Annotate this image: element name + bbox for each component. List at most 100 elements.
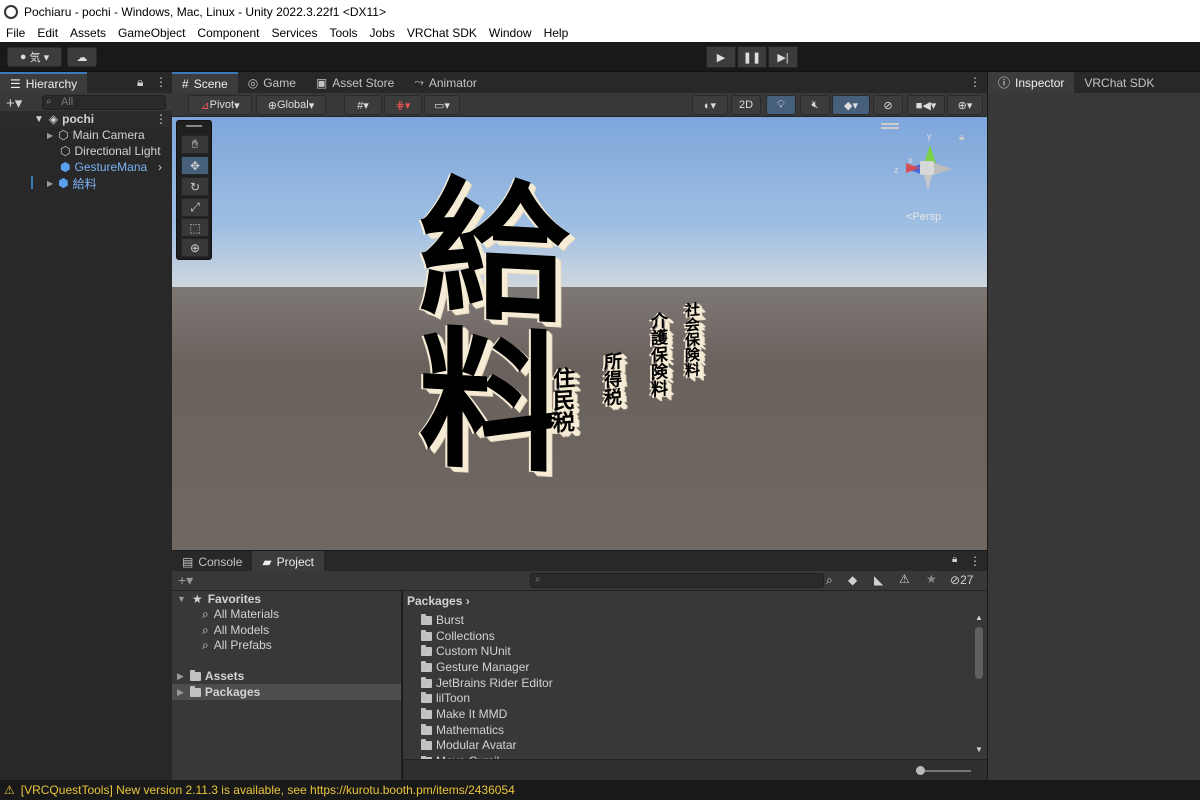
pause-button[interactable]: ❚❚ <box>737 46 767 68</box>
menu-gameobject[interactable]: GameObject <box>112 26 191 40</box>
more-icon[interactable]: ⋮ <box>969 75 981 89</box>
hierarchy-item-kyuryo[interactable]: ▶ ⬢ 給料 <box>0 175 172 191</box>
hierarchy-scene-row[interactable]: ▼ ◈ pochi ⋮ <box>0 111 172 127</box>
menu-jobs[interactable]: Jobs <box>363 26 400 40</box>
tab-project[interactable]: ▰ Project <box>252 551 324 572</box>
more-icon[interactable]: ⋮ <box>155 75 167 89</box>
package-item[interactable]: Gesture Manager <box>421 659 529 675</box>
visibility-toggle[interactable]: ⊘ <box>873 95 903 115</box>
tab-asset-store[interactable]: ▣ Asset Store <box>306 72 404 93</box>
menu-help[interactable]: Help <box>538 26 575 40</box>
hierarchy-item-main-camera[interactable]: ▶ ⬡ Main Camera <box>0 127 172 143</box>
tab-vrchat-sdk[interactable]: VRChat SDK <box>1074 72 1164 93</box>
breadcrumb[interactable]: Packages › <box>407 593 470 609</box>
play-button[interactable]: ▶ <box>706 46 736 68</box>
menu-component[interactable]: Component <box>191 26 265 40</box>
audio-toggle[interactable]: 🔇︎ <box>800 95 830 115</box>
hierarchy-item-directional-light[interactable]: ⬡ Directional Light <box>0 143 172 159</box>
scroll-down-icon[interactable]: ▼ <box>975 745 983 754</box>
status-bar[interactable]: ⚠ [VRCQuestTools] New version 2.11.3 is … <box>0 780 1200 800</box>
zoom-slider-track[interactable] <box>919 770 971 772</box>
orientation-gizmo[interactable]: y z x <box>894 131 960 199</box>
gizmos-dropdown[interactable]: ⊕▾ <box>947 95 983 115</box>
menu-file[interactable]: File <box>0 26 31 40</box>
draw-mode-dropdown[interactable]: ◐▾ <box>692 95 728 115</box>
tab-hierarchy[interactable]: ☰ Hierarchy <box>0 72 88 93</box>
account-dropdown[interactable]: ● 気 ▾ <box>7 47 62 67</box>
scale-tool-button[interactable]: ⤢ <box>181 198 209 217</box>
scroll-up-icon[interactable]: ▲ <box>975 613 983 622</box>
packages-row[interactable]: ▶ Packages <box>172 684 401 700</box>
y-neg-cone[interactable] <box>924 175 932 191</box>
filter-type-icon[interactable]: ◆ <box>848 573 857 587</box>
grid-snap-dropdown[interactable]: #▾ <box>344 95 382 115</box>
package-item[interactable]: Modular Avatar <box>421 737 517 753</box>
ground <box>172 287 987 550</box>
gizmo-menu-icon[interactable] <box>881 123 899 125</box>
rotate-tool-button[interactable]: ↻ <box>181 177 209 196</box>
lock-icon[interactable]: 🔒︎ <box>137 75 143 90</box>
package-item[interactable]: Mathematics <box>421 722 504 738</box>
cloud-button[interactable]: ☁ <box>67 47 97 67</box>
global-dropdown[interactable]: ⊕ Global ▾ <box>256 95 326 115</box>
package-item[interactable]: Burst <box>421 612 464 628</box>
menu-window[interactable]: Window <box>483 26 538 40</box>
more-icon[interactable]: ⋮ <box>969 554 981 568</box>
add-icon[interactable]: +▾ <box>6 94 22 112</box>
search-by-type-icon[interactable]: ⌕ <box>826 573 833 588</box>
2d-toggle[interactable]: 2D <box>731 95 761 115</box>
gizmo-center-cube[interactable] <box>920 161 934 175</box>
scene-viewport[interactable]: 給料 住民税 所得税 介護保険料 社会保険料 🔒︎ y z x <Persp <box>172 117 987 550</box>
menu-services[interactable]: Services <box>265 26 323 40</box>
rect-tool-button[interactable]: ⬚ <box>181 218 209 237</box>
label-icon[interactable]: ◣ <box>874 573 883 587</box>
star-icon[interactable]: ★ <box>926 572 937 586</box>
projection-label[interactable]: <Persp <box>906 211 941 223</box>
zoom-slider-handle[interactable] <box>916 766 925 775</box>
package-item[interactable]: JetBrains Rider Editor <box>421 675 553 691</box>
lighting-toggle[interactable]: 💡︎ <box>766 95 796 115</box>
tab-animator[interactable]: ⤳ Animator <box>404 72 487 93</box>
hierarchy-search-input[interactable]: All <box>42 95 166 110</box>
favorites-row[interactable]: ▼ ★ Favorites <box>177 591 261 607</box>
menu-vrchat-sdk[interactable]: VRChat SDK <box>401 26 483 40</box>
snap-increment-dropdown[interactable]: ⋕▾ <box>384 95 422 115</box>
assets-row[interactable]: ▶ Assets <box>177 668 244 684</box>
scrollbar-thumb[interactable] <box>975 627 983 679</box>
menu-assets[interactable]: Assets <box>64 26 112 40</box>
package-item[interactable]: Make It MMD <box>421 706 507 722</box>
project-search-input[interactable]: ⌕ <box>530 573 824 588</box>
tab-inspector[interactable]: ⓘ Inspector <box>988 72 1075 93</box>
scene-more-icon[interactable]: ⋮ <box>155 112 167 126</box>
camera-dropdown[interactable]: ■◀▾ <box>907 95 945 115</box>
tab-scene[interactable]: # Scene <box>172 72 238 93</box>
package-item[interactable]: Collections <box>421 628 495 644</box>
x-neg-cone[interactable] <box>934 163 952 175</box>
move-tool-button[interactable]: ✥ <box>181 156 209 175</box>
ruler-dropdown[interactable]: ▭▾ <box>424 95 460 115</box>
lock-icon[interactable]: 🔒︎ <box>952 554 957 565</box>
step-button[interactable]: ▶| <box>768 46 798 68</box>
hierarchy-item-gesture-manager[interactable]: ⬢ GestureMana › <box>0 159 172 175</box>
pivot-dropdown[interactable]: ⊿ Pivot ▾ <box>188 95 252 115</box>
hidden-count[interactable]: ⊘27 <box>950 573 973 587</box>
package-item[interactable]: lilToon <box>421 690 470 706</box>
effects-dropdown[interactable]: ◆▾ <box>832 95 870 115</box>
search-icon: ⌕ <box>202 637 209 652</box>
package-item[interactable]: Custom NUnit <box>421 643 511 659</box>
warning-filter-icon[interactable]: ⚠ <box>899 572 910 586</box>
project-scrollbar[interactable]: ▲ ▼ <box>974 613 984 755</box>
favorite-all-prefabs[interactable]: ⌕ All Prefabs <box>202 637 272 653</box>
menu-tools[interactable]: Tools <box>323 26 363 40</box>
chevron-right-icon[interactable]: › <box>158 160 162 174</box>
package-label: Gesture Manager <box>436 660 530 674</box>
favorite-all-models[interactable]: ⌕ All Models <box>202 622 269 638</box>
menu-edit[interactable]: Edit <box>31 26 64 40</box>
tab-console[interactable]: ▤ Console <box>172 551 252 572</box>
tab-game[interactable]: ◎ Game <box>238 72 306 93</box>
overlay-grip[interactable] <box>186 125 202 127</box>
transform-tool-button[interactable]: ⊕ <box>181 238 209 257</box>
favorite-all-materials[interactable]: ⌕ All Materials <box>202 606 279 622</box>
add-icon[interactable]: +▾ <box>178 572 193 589</box>
hand-tool-button[interactable]: ✋︎ <box>181 135 209 154</box>
